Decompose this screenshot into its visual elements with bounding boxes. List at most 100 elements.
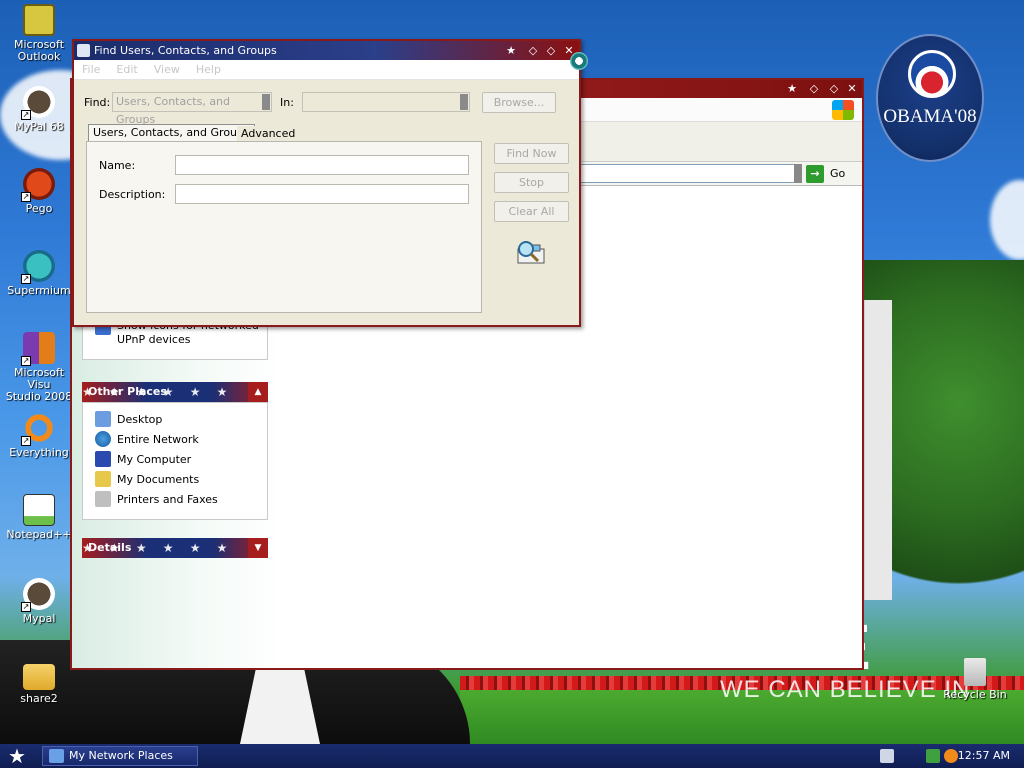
chevron-up-icon[interactable]: ▲: [248, 382, 268, 402]
dropdown-knob: [460, 94, 468, 110]
place-label: My Computer: [117, 452, 192, 466]
desktop-icon-outlook[interactable]: Microsoft Outlook: [2, 4, 76, 63]
desktop-icon-label: MyPal 68: [14, 120, 64, 133]
place-label: Desktop: [117, 412, 163, 426]
go-arrow-icon: →: [806, 164, 824, 183]
dropdown-knob: [262, 94, 270, 110]
campaign-logo: OBAMA'08: [876, 34, 984, 162]
name-label: Name:: [99, 159, 136, 172]
notepadpp-icon: [23, 494, 55, 526]
desktop-icon-notepadpp[interactable]: Notepad++: [2, 494, 76, 541]
taskbar: ★ My Network Places 12:57 AM: [0, 744, 1024, 768]
browse-button[interactable]: Browse...: [482, 92, 556, 113]
desktop-icon-visual-studio[interactable]: ↗ Microsoft Visu Studio 2008: [2, 332, 76, 403]
other-places-panel: Desktop Entire Network My Computer My Do…: [82, 402, 268, 520]
printer-icon: [95, 491, 111, 507]
place-my-computer[interactable]: My Computer: [83, 449, 267, 469]
desktop-icon-label: Recycle Bin: [943, 688, 1007, 701]
menu-view[interactable]: View: [154, 60, 180, 79]
taskbar-button-my-network-places[interactable]: My Network Places: [42, 746, 198, 766]
computer-icon: [95, 451, 111, 467]
documents-folder-icon: [95, 471, 111, 487]
mypal-icon: ↗: [21, 578, 55, 612]
in-label: In:: [280, 96, 294, 109]
find-app-icon: [77, 44, 90, 57]
recycle-bin-icon: [964, 658, 986, 686]
star-icon: ★: [506, 44, 516, 57]
name-input[interactable]: [175, 155, 469, 175]
clock[interactable]: 12:57 AM: [958, 744, 1010, 768]
place-label: My Documents: [117, 472, 200, 486]
desktop-icon: [95, 411, 111, 427]
desktop-icon-label: share2: [20, 692, 58, 705]
place-label: Entire Network: [117, 432, 199, 446]
desktop-icon-label: Mypal: [22, 612, 56, 625]
everything-icon: ↗: [21, 412, 55, 446]
menu-help[interactable]: Help: [196, 60, 221, 79]
desktop-icon-label: Microsoft Outlook: [13, 38, 65, 63]
outlook-icon: [23, 4, 55, 36]
campaign-logo-icon: [908, 50, 956, 98]
details-header[interactable]: ★ ★ ★ ★ ★ ★ ★ ★ ★ Details ▼: [82, 538, 268, 558]
maximize-button[interactable]: ◇: [543, 43, 559, 58]
tab-panel: Name: Description:: [86, 141, 482, 313]
find-now-button[interactable]: Find Now: [494, 143, 569, 164]
desktop-icon-pego[interactable]: ↗ Pego: [2, 168, 76, 215]
globe-icon: [95, 431, 111, 447]
place-desktop[interactable]: Desktop: [83, 409, 267, 429]
desktop-icon-everything[interactable]: ↗ Everything: [2, 412, 76, 459]
find-label: Find:: [84, 96, 111, 109]
description-input[interactable]: [175, 184, 469, 204]
desktop-icon-mypal[interactable]: ↗ Mypal: [2, 578, 76, 625]
close-button[interactable]: ✕: [844, 81, 860, 96]
menu-file[interactable]: File: [82, 60, 100, 79]
slogan-small: WE CAN BELIEVE IN: [720, 676, 971, 703]
desktop-icon-label: Supermium: [7, 284, 71, 297]
find-menubar: File Edit View Help: [74, 60, 579, 80]
address-dropdown-button[interactable]: [794, 164, 802, 183]
visual-studio-icon: ↗: [21, 332, 55, 366]
desktop-icon-recycle-bin[interactable]: Recycle Bin: [938, 658, 1012, 701]
desktop-icon-label: Everything: [9, 446, 69, 459]
folder-icon: [23, 664, 55, 690]
desktop-icon-label: Pego: [25, 202, 53, 215]
find-users-dialog[interactable]: Find Users, Contacts, and Groups ★ ◇ ◇ ✕…: [72, 39, 581, 327]
minimize-button[interactable]: ◇: [806, 81, 822, 96]
keyboard-icon[interactable]: [880, 749, 894, 763]
find-type-select[interactable]: Users, Contacts, and Groups: [112, 92, 272, 126]
place-entire-network[interactable]: Entire Network: [83, 429, 267, 449]
in-location-select[interactable]: [302, 92, 470, 112]
everything-tray-icon[interactable]: [944, 749, 958, 763]
other-places-header[interactable]: ★ ★ ★ ★ ★ ★ ★ ★ ★ Other Places ▲: [82, 382, 268, 402]
supermium-icon: ↗: [21, 250, 55, 284]
place-my-documents[interactable]: My Documents: [83, 469, 267, 489]
find-dialog-titlebar[interactable]: Find Users, Contacts, and Groups ★ ◇ ◇ ✕: [74, 41, 579, 60]
minimize-button[interactable]: ◇: [525, 43, 541, 58]
desktop-icon-share2[interactable]: share2: [2, 660, 76, 705]
pego-icon: ↗: [21, 168, 55, 202]
campaign-logo-text: OBAMA'08: [883, 106, 977, 127]
menu-edit[interactable]: Edit: [116, 60, 137, 79]
windows-logo-icon: [832, 100, 854, 120]
place-label: Printers and Faxes: [117, 492, 218, 506]
place-printers-faxes[interactable]: Printers and Faxes: [83, 489, 267, 509]
network-tray-icon[interactable]: [926, 749, 940, 763]
go-button[interactable]: → Go: [806, 164, 856, 183]
star-icon: ★: [787, 82, 797, 95]
search-magnifier-icon: [517, 241, 545, 264]
desktop-icon-label: Notepad++: [6, 528, 72, 541]
mypal-icon: ↗: [21, 86, 55, 120]
chevron-down-icon[interactable]: ▼: [248, 538, 268, 558]
stop-button[interactable]: Stop: [494, 172, 569, 193]
description-label: Description:: [99, 188, 166, 201]
start-button[interactable]: ★: [6, 746, 28, 766]
go-label: Go: [830, 167, 846, 180]
busy-cursor-icon: [570, 52, 588, 70]
maximize-button[interactable]: ◇: [826, 81, 842, 96]
tab-users-contacts-groups[interactable]: Users, Contacts, and Groups: [88, 124, 255, 142]
find-dialog-title: Find Users, Contacts, and Groups: [94, 44, 277, 57]
system-tray: 12:57 AM: [874, 744, 1024, 768]
clear-all-button[interactable]: Clear All: [494, 201, 569, 222]
desktop-icon-supermium[interactable]: ↗ Supermium: [2, 250, 76, 297]
desktop-icon-mypal68[interactable]: ↗ MyPal 68: [2, 86, 76, 133]
